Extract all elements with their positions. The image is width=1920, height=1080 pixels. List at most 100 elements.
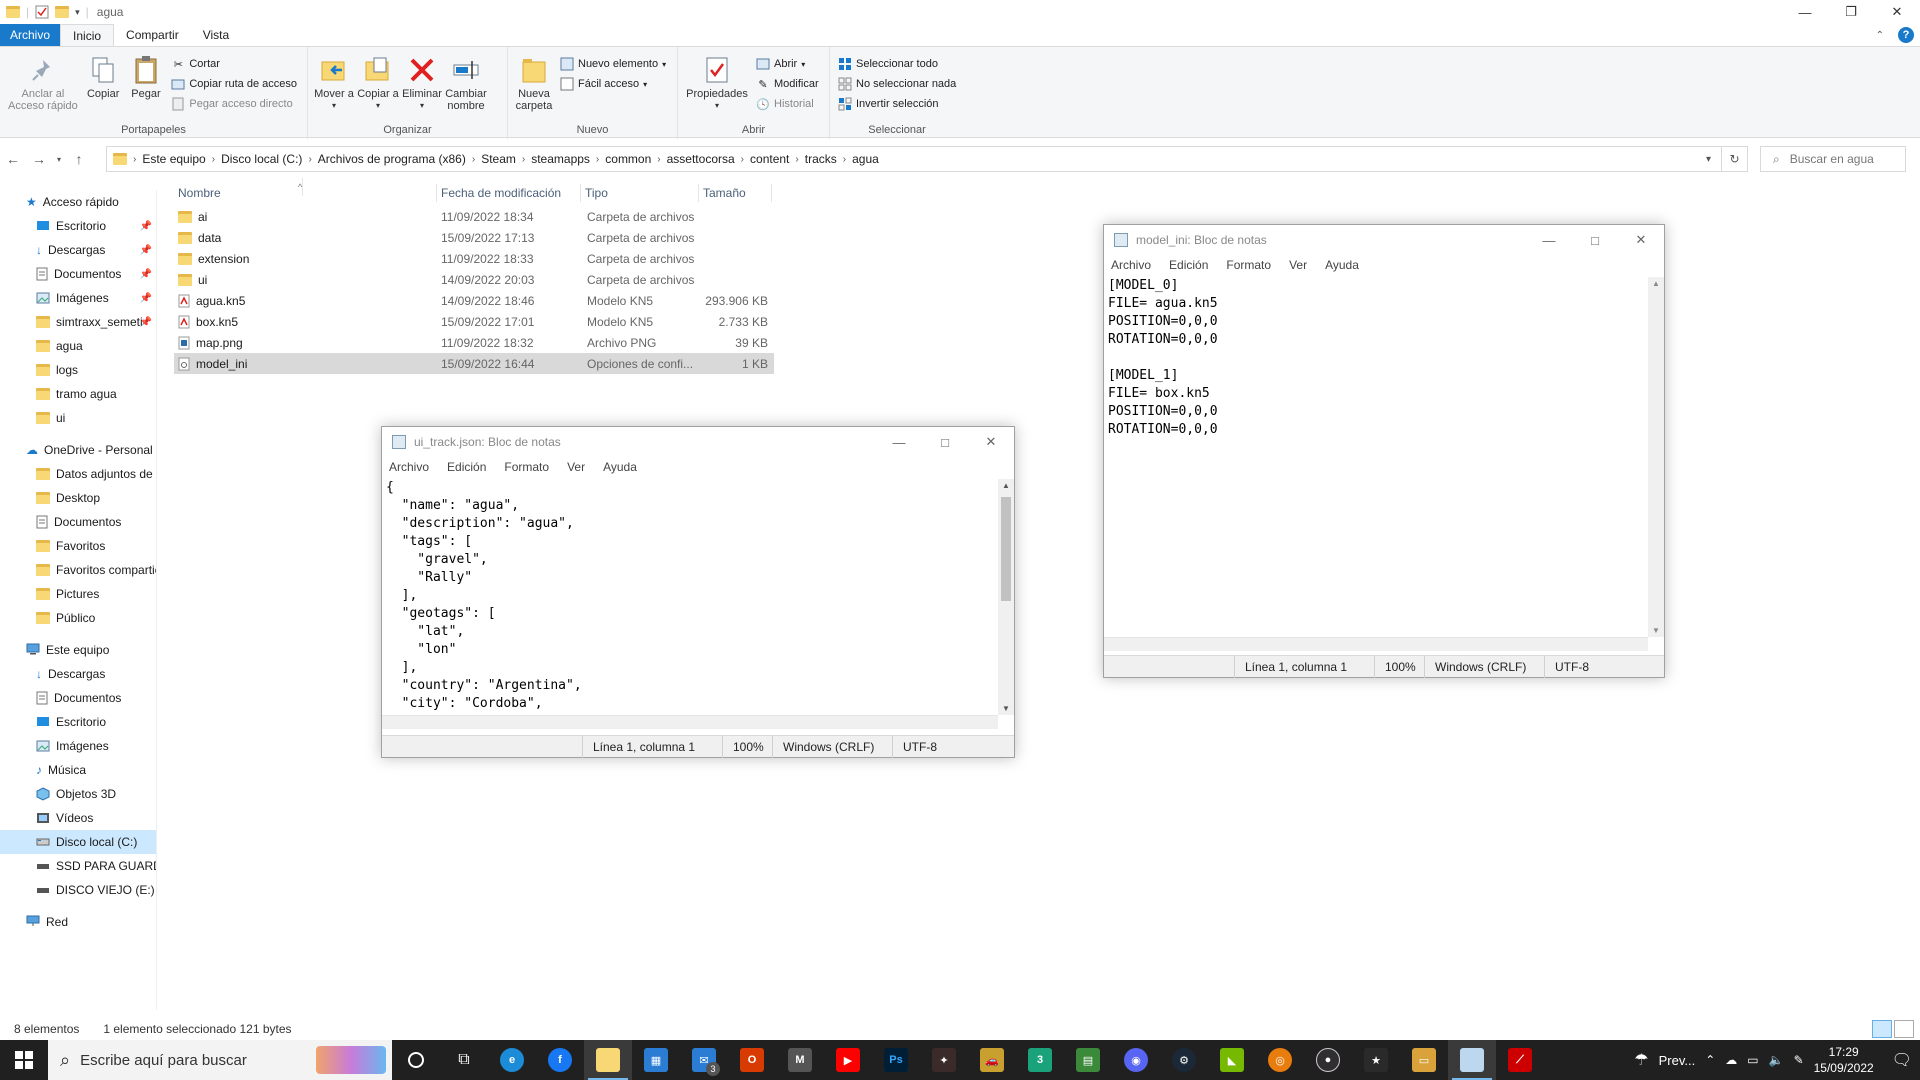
nav-item[interactable]: Documentos: [0, 510, 156, 534]
nav-item[interactable]: ↓ Descargas 📌: [0, 238, 156, 262]
menu-file[interactable]: Archivo: [389, 460, 429, 474]
taskbar-photoshop[interactable]: Ps: [872, 1040, 920, 1080]
breadcrumb-separator-icon[interactable]: ›: [657, 154, 660, 165]
taskbar-mail[interactable]: ✉ 3: [680, 1040, 728, 1080]
taskbar-store[interactable]: ▦: [632, 1040, 680, 1080]
taskbar-game-app[interactable]: ✦: [920, 1040, 968, 1080]
volume-icon[interactable]: 🔈: [1769, 1053, 1784, 1067]
breadcrumb-separator-icon[interactable]: ›: [472, 154, 475, 165]
taskbar-racing-app[interactable]: ⟋: [1496, 1040, 1544, 1080]
menu-edit[interactable]: Edición: [1169, 258, 1208, 272]
weather-text[interactable]: Prev...: [1659, 1053, 1696, 1068]
maximize-button[interactable]: □: [1572, 225, 1618, 255]
nav-item[interactable]: Público: [0, 606, 156, 630]
collapse-ribbon-icon[interactable]: ⌃: [1876, 30, 1884, 41]
horizontal-scrollbar[interactable]: [382, 715, 998, 729]
taskbar-search-input[interactable]: ⌕ Escribe aquí para buscar: [48, 1040, 392, 1080]
nav-item[interactable]: Favoritos compartic: [0, 558, 156, 582]
onedrive-tray-icon[interactable]: ☁: [1725, 1053, 1737, 1067]
taskbar-office[interactable]: O: [728, 1040, 776, 1080]
tab-home[interactable]: Inicio: [60, 24, 115, 46]
minimize-button[interactable]: —: [876, 427, 922, 457]
nav-item[interactable]: Favoritos: [0, 534, 156, 558]
copy-path-button[interactable]: Copiar ruta de acceso: [171, 77, 297, 91]
menu-view[interactable]: Ver: [1289, 258, 1307, 272]
back-arrow-icon[interactable]: ←: [0, 146, 26, 172]
taskbar-obs[interactable]: ●: [1304, 1040, 1352, 1080]
weather-icon[interactable]: ☂: [1634, 1050, 1648, 1070]
scroll-thumb[interactable]: [1001, 497, 1011, 601]
properties-quick-icon[interactable]: [35, 5, 49, 19]
show-hidden-icons-icon[interactable]: ⌃: [1705, 1053, 1715, 1067]
maximize-button[interactable]: ❐: [1828, 0, 1874, 24]
address-bar[interactable]: › Este equipo › Disco local (C:) › Archivos …: [106, 146, 1722, 172]
taskbar-chart-app[interactable]: ▤: [1064, 1040, 1112, 1080]
refresh-icon[interactable]: ↻: [1722, 146, 1748, 172]
nav-item[interactable]: Datos adjuntos de c: [0, 462, 156, 486]
network-tray-icon[interactable]: ▭: [1747, 1053, 1758, 1067]
menu-help[interactable]: Ayuda: [603, 460, 637, 474]
scroll-up-icon[interactable]: ▲: [1652, 279, 1660, 288]
file-row[interactable]: ai 11/09/2022 18:34 Carpeta de archivos: [174, 206, 774, 227]
tab-file[interactable]: Archivo: [0, 24, 61, 46]
paste-shortcut-button[interactable]: Pegar acceso directo: [171, 97, 297, 111]
breadcrumb-separator-icon[interactable]: ›: [741, 154, 744, 165]
horizontal-scrollbar[interactable]: [1104, 637, 1648, 651]
file-row[interactable]: data 15/09/2022 17:13 Carpeta de archivos: [174, 227, 774, 248]
breadcrumb-separator-icon[interactable]: ›: [522, 154, 525, 165]
breadcrumb-item[interactable]: Archivos de programa (x86): [318, 152, 466, 166]
nav-item[interactable]: Escritorio: [0, 710, 156, 734]
cortana-button[interactable]: [392, 1040, 440, 1080]
breadcrumb-item[interactable]: steamapps: [531, 152, 590, 166]
search-input[interactable]: ⌕ Buscar en agua: [1760, 146, 1906, 172]
nav-item[interactable]: Objetos 3D: [0, 782, 156, 806]
menu-file[interactable]: Archivo: [1111, 258, 1151, 272]
vertical-scrollbar[interactable]: ▲ ▼: [998, 479, 1014, 715]
file-row[interactable]: agua.kn5 14/09/2022 18:46 Modelo KN5 293.90…: [174, 290, 774, 311]
taskbar-star-app[interactable]: ★: [1352, 1040, 1400, 1080]
address-dropdown-icon[interactable]: ▾: [1706, 147, 1711, 171]
breadcrumb-separator-icon[interactable]: ›: [308, 154, 311, 165]
scroll-down-icon[interactable]: ▼: [1002, 704, 1010, 713]
taskbar-facebook[interactable]: f: [536, 1040, 584, 1080]
column-size[interactable]: Tamaño: [699, 184, 772, 202]
nav-item[interactable]: Documentos: [0, 686, 156, 710]
breadcrumb-item[interactable]: Disco local (C:): [221, 152, 302, 166]
select-all-button[interactable]: Seleccionar todo: [838, 57, 956, 71]
column-date[interactable]: Fecha de modificación: [437, 184, 581, 202]
nav-item[interactable]: Desktop: [0, 486, 156, 510]
taskbar-youtube[interactable]: ▶: [824, 1040, 872, 1080]
breadcrumb-separator-icon[interactable]: ›: [795, 154, 798, 165]
breadcrumb-item[interactable]: content: [750, 152, 789, 166]
menu-edit[interactable]: Edición: [447, 460, 486, 474]
breadcrumb-separator-icon[interactable]: ›: [596, 154, 599, 165]
nav-item[interactable]: tramo agua: [0, 382, 156, 406]
customize-quick-access-icon[interactable]: ▾: [75, 7, 80, 18]
maximize-button[interactable]: □: [922, 427, 968, 457]
nav-item[interactable]: ui: [0, 406, 156, 430]
file-row[interactable]: extension 11/09/2022 18:33 Carpeta de arch…: [174, 248, 774, 269]
taskbar-steam[interactable]: ⚙: [1160, 1040, 1208, 1080]
open-button[interactable]: Abrir ▾: [756, 57, 819, 71]
nav-this-pc[interactable]: Este equipo: [0, 638, 156, 662]
taskbar-app-m[interactable]: M: [776, 1040, 824, 1080]
breadcrumb-item[interactable]: tracks: [805, 152, 837, 166]
column-type[interactable]: Tipo: [581, 184, 699, 202]
select-none-button[interactable]: No seleccionar nada: [838, 77, 956, 91]
nav-item[interactable]: DISCO VIEJO (E:): [0, 878, 156, 902]
nav-item[interactable]: Pictures: [0, 582, 156, 606]
edit-button[interactable]: ✎ Modificar: [756, 77, 818, 91]
nav-item[interactable]: Escritorio 📌: [0, 214, 156, 238]
task-view-button[interactable]: ⧉: [440, 1040, 488, 1080]
help-icon[interactable]: ?: [1898, 27, 1914, 43]
cut-button[interactable]: ✂ Cortar: [171, 57, 297, 71]
menu-help[interactable]: Ayuda: [1325, 258, 1359, 272]
close-button[interactable]: ✕: [1618, 225, 1664, 255]
invert-selection-button[interactable]: Invertir selección: [838, 97, 956, 111]
nav-item[interactable]: Vídeos: [0, 806, 156, 830]
notifications-icon[interactable]: 🗨: [1892, 1050, 1912, 1070]
nav-item[interactable]: Imágenes 📌: [0, 286, 156, 310]
taskbar-folder-app[interactable]: ▭: [1400, 1040, 1448, 1080]
easy-access-button[interactable]: Fácil acceso ▾: [560, 77, 666, 91]
vertical-scrollbar[interactable]: ▲ ▼: [1648, 277, 1664, 637]
